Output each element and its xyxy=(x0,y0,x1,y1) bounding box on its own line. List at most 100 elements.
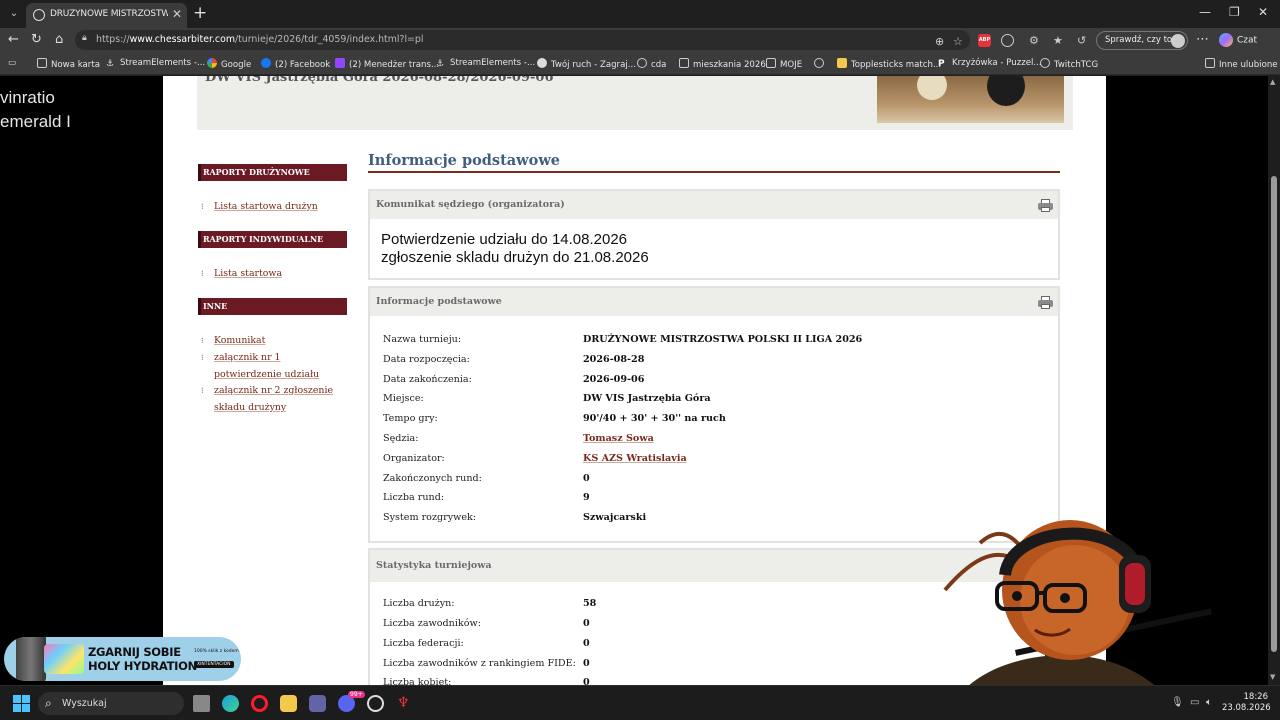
collections-icon[interactable]: ▭ xyxy=(8,58,16,68)
anchor-icon: ⚓ xyxy=(436,59,445,69)
app-icon[interactable]: ♆ xyxy=(397,695,414,712)
network-icon[interactable]: ▭ xyxy=(1190,697,1199,708)
info-row: Miejsce: DW VIS Jastrzębia Góra xyxy=(383,393,711,404)
page-scrollbar[interactable]: ▲ ▼ xyxy=(1268,76,1280,685)
copilot-chat-button[interactable]: Czat xyxy=(1219,33,1257,47)
scroll-down-arrow-icon[interactable]: ▼ xyxy=(1270,673,1275,681)
scrollbar-thumb[interactable] xyxy=(1271,176,1277,652)
folder-icon xyxy=(1205,58,1215,68)
maximize-icon[interactable]: ❐ xyxy=(1229,5,1240,19)
globe-icon xyxy=(1040,58,1050,68)
bullet-icon: ⁝ xyxy=(201,386,204,395)
bookmark-folder[interactable]: MOJE xyxy=(766,58,802,70)
promo-code: XINTENTACION xyxy=(194,661,234,668)
stream-overlay-text: vinratio xyxy=(0,88,55,107)
teams-icon[interactable] xyxy=(309,695,326,712)
sidebar-link-start-list[interactable]: ⁝ Lista startowa xyxy=(201,265,282,282)
tab-title: DRUŻYNOWE MISTRZOSTWA POLSKI II LIGA 202… xyxy=(50,9,168,19)
bookmark-item[interactable]: Google xyxy=(207,58,251,70)
mic-icon[interactable]: 🎙︎ xyxy=(1171,697,1184,708)
promo-line-1: ZGARNIJ SOBIE xyxy=(88,645,181,659)
system-clock[interactable]: 18:26 23.08.2026 xyxy=(1222,692,1271,714)
task-view-icon[interactable] xyxy=(193,695,210,712)
obs-icon[interactable] xyxy=(367,695,384,712)
back-arrow-icon[interactable]: ← xyxy=(8,32,19,48)
tab-active[interactable]: DRUŻYNOWE MISTRZOSTWA POLSKI II LIGA 202… xyxy=(26,3,187,28)
tournament-header-title: DW VIS Jastrzębia Góra 2026-08-28/2026-0… xyxy=(205,76,554,85)
address-bar[interactable]: 🔒︎ https://www.chessarbiter.com/turnieje… xyxy=(75,30,970,50)
bookmark-item[interactable] xyxy=(814,58,828,70)
folder-icon xyxy=(679,58,689,68)
info-row: Organizator: KS AZS Wratislavia xyxy=(383,449,1043,469)
sidebar-link-attachment-2[interactable]: ⁝ załącznik nr 2 zgłoszenie składu drużyny xyxy=(201,382,333,416)
page-icon xyxy=(37,58,47,68)
page-title: Informacje podstawowe xyxy=(368,152,561,169)
tab-strip: ⌄ DRUŻYNOWE MISTRZOSTWA POLSKI II LIGA 2… xyxy=(0,0,1280,28)
bottle-image xyxy=(16,637,46,681)
sidebar-link-team-start-list[interactable]: ⁝ Lista startowa drużyn xyxy=(201,198,318,215)
sidebar-heading-team-reports: RAPORTY DRUŻYNOWE xyxy=(198,164,347,181)
info-row: Nazwa turnieju: DRUŻYNOWE MISTRZOSTWA POL… xyxy=(383,334,863,345)
info-row: Data zakończenia: 2026-09-06 xyxy=(383,374,645,385)
bookmark-item[interactable]: Twój ruch - Zagraj... xyxy=(537,58,636,70)
extension-icon[interactable] xyxy=(1001,34,1014,47)
tab-actions-chevron-icon[interactable]: ⌄ xyxy=(6,6,22,22)
bookmark-item[interactable]: ⚓ StreamElements -... xyxy=(106,58,205,69)
promo-line-2: HOLY HYDRATION xyxy=(88,659,197,673)
close-window-icon[interactable]: ✕ xyxy=(1258,5,1268,19)
opera-browser-icon[interactable] xyxy=(251,695,268,712)
organizer-link[interactable]: KS AZS Wratislavia xyxy=(583,449,687,469)
url-text[interactable]: https://www.chessarbiter.com/turnieje/20… xyxy=(96,34,423,45)
minimize-icon[interactable]: — xyxy=(1199,5,1211,19)
home-icon[interactable]: ⌂ xyxy=(55,32,63,48)
bookmark-item[interactable]: cda xyxy=(637,58,666,70)
profile-button[interactable]: Sprawdź, czy to Ty xyxy=(1096,31,1188,50)
promo-small-text: 100% sklik z kodem xyxy=(194,649,239,654)
bookmark-item[interactable]: Nowa karta xyxy=(37,58,100,70)
printer-icon[interactable] xyxy=(1038,296,1053,309)
history-icon[interactable]: ↺ xyxy=(1077,34,1090,47)
new-tab-plus-icon[interactable]: + xyxy=(193,3,207,23)
bookmark-folder[interactable]: Inne ulubione xyxy=(1205,58,1278,70)
bookmark-item[interactable]: (2) Menedżer trans... xyxy=(335,58,439,70)
volume-icon[interactable]: 🔈︎ xyxy=(1206,697,1212,708)
notice-panel: Komunikat sędziego (organizatora) Potwie… xyxy=(368,189,1060,280)
chess-icon xyxy=(537,58,547,68)
bookmark-folder[interactable]: mieszkania 2026 xyxy=(679,58,766,70)
info-row: Data rozpoczęcia: 2026-08-28 xyxy=(383,354,645,365)
arbiter-link[interactable]: Tomasz Sowa xyxy=(583,429,654,449)
zoom-icon[interactable]: ⊕ xyxy=(935,35,944,48)
info-row: Tempo gry: 90'/40 + 30' + 30'' na ruch xyxy=(383,413,726,424)
globe-icon xyxy=(33,9,45,21)
refresh-icon[interactable]: ↻ xyxy=(31,32,42,48)
lock-icon[interactable]: 🔒︎ xyxy=(82,33,93,46)
promo-banner: ZGARNIJ SOBIE HOLY HYDRATION 100% sklik … xyxy=(4,637,241,681)
tab-close-icon[interactable]: ✕ xyxy=(172,7,182,21)
bookmark-item[interactable]: (2) Facebook xyxy=(261,58,330,70)
windows-start-icon[interactable] xyxy=(13,695,30,712)
adblock-extension-icon[interactable]: ABP xyxy=(978,34,991,47)
more-menu-icon[interactable]: ⋯ xyxy=(1196,32,1209,48)
anchor-icon: ⚓ xyxy=(106,59,115,69)
sidebar-link-attachment-1[interactable]: ⁝ załącznik nr 1 potwierdzenie udziału xyxy=(201,349,319,383)
sidebar-link-komunikat[interactable]: ⁝ Komunikat xyxy=(201,332,265,349)
bullet-icon: ⁝ xyxy=(201,269,204,278)
avatar xyxy=(1171,34,1185,48)
file-explorer-icon[interactable] xyxy=(280,695,297,712)
taskbar-search-input[interactable]: ⌕ Wyszukaj xyxy=(38,692,184,715)
sidebar-heading-individual-reports: RAPORTY INDYWIDUALNE xyxy=(198,231,347,248)
favorite-star-icon[interactable]: ☆ xyxy=(953,35,963,48)
folder-icon xyxy=(766,58,776,68)
bookmark-item[interactable]: P Krzyżówka - Puzzel... xyxy=(938,58,1042,69)
copilot-icon xyxy=(1219,33,1233,47)
favorites-icon[interactable]: ★ xyxy=(1053,34,1066,47)
tournament-header: DW VIS Jastrzębia Góra 2026-08-28/2026-0… xyxy=(197,76,1073,130)
printer-icon[interactable] xyxy=(1038,199,1053,212)
bookmark-item[interactable]: TwitchTCG xyxy=(1040,58,1098,70)
info-row: Zakończonych rund: 0 xyxy=(383,473,590,484)
extensions-puzzle-icon[interactable]: ⚙ xyxy=(1029,34,1042,47)
edge-browser-icon[interactable] xyxy=(222,695,239,712)
scroll-up-arrow-icon[interactable]: ▲ xyxy=(1270,78,1275,86)
bookmark-item[interactable]: ⚓ StreamElements -... xyxy=(436,58,535,69)
bookmark-folder[interactable]: Topplesticks match... xyxy=(837,58,941,70)
